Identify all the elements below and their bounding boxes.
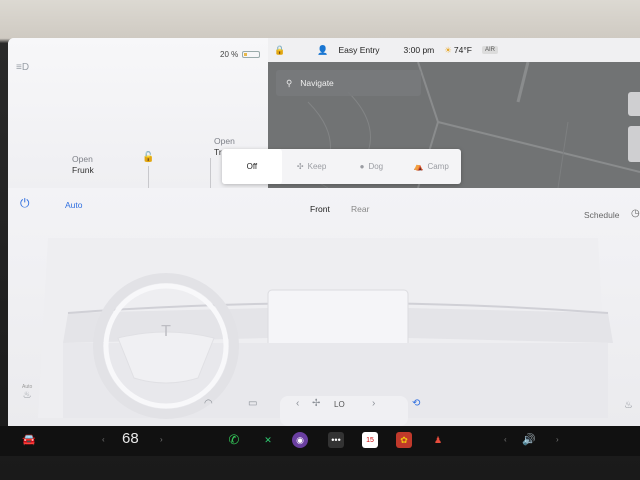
search-icon: ⚲ [286, 77, 293, 88]
camera-icon[interactable]: ◉ [292, 432, 308, 448]
frunk-label: Frunk [72, 165, 94, 175]
navigate-search[interactable]: ⚲ Navigate [276, 70, 421, 96]
toybox-icon[interactable]: ✿ [396, 432, 412, 448]
air-quality-badge[interactable]: AIR [481, 46, 498, 54]
svg-text:T: T [161, 323, 171, 340]
navigate-placeholder: Navigate [300, 78, 334, 88]
climate-panel: ⏻ Auto Front Rear Schedule ◷ T Auto ♨ ♨ ◠… [8, 188, 640, 426]
battery-indicator: 20 % [220, 50, 261, 59]
fan-icon: ✣ [296, 162, 304, 171]
status-bar: 🔒 👤 Easy Entry 3:00 pm ☀ 74°F AIR [268, 38, 640, 62]
mode-dog-option[interactable]: ● Dog [342, 149, 402, 184]
lock-icon[interactable]: 🔒 [274, 45, 285, 56]
temp-increase-chevron-icon[interactable]: › [160, 435, 163, 444]
app-icon[interactable]: ✕ [260, 432, 276, 448]
mode-camp-label: Camp [427, 162, 449, 171]
taskbar: 🚘 ‹ 68 › ✆ ✕ ◉ ••• 15 ✿ ♟ ‹ 🔊 › [0, 426, 640, 456]
map-controls-stack[interactable] [628, 126, 640, 162]
frunk-button[interactable]: Open Frunk [72, 154, 94, 176]
volume-decrease-chevron-icon[interactable]: ‹ [504, 435, 507, 444]
defrost-front-icon[interactable]: ◠ [204, 398, 213, 409]
mode-off-option[interactable]: Off [222, 149, 282, 184]
left-seat-heater-button[interactable]: Auto ♨ [22, 384, 32, 401]
more-icon[interactable]: ••• [328, 432, 344, 448]
car-icon[interactable]: 🚘 [22, 433, 36, 446]
defrost-rear-icon[interactable]: ▭ [248, 398, 257, 409]
phone-icon[interactable]: ✆ [226, 432, 242, 448]
tab-rear[interactable]: Rear [351, 204, 369, 214]
fan-increase-chevron-icon[interactable]: › [372, 398, 375, 409]
profile-icon[interactable]: 👤 [317, 45, 328, 56]
fan-icon: ✢ [312, 398, 321, 409]
paw-icon: ● [359, 162, 365, 171]
battery-percent: 20 % [220, 50, 239, 59]
outside-temperature: 74°F [453, 45, 472, 55]
mode-selector: Off ✣ Keep ● Dog ⛺ Camp [222, 149, 461, 184]
frunk-state: Open [72, 154, 93, 164]
trunk-state: Open [214, 136, 235, 146]
recirculation-icon[interactable]: ⟲ [412, 398, 420, 409]
fan-decrease-chevron-icon[interactable]: ‹ [296, 398, 299, 409]
power-icon[interactable]: ⏻ [20, 196, 30, 211]
right-seat-heater-icon[interactable]: ♨ [624, 400, 633, 411]
unlock-icon[interactable]: 🔓 [142, 152, 154, 163]
sun-icon: ☀ [444, 44, 452, 55]
tab-front[interactable]: Front [310, 204, 330, 214]
temp-decrease-chevron-icon[interactable]: ‹ [102, 435, 105, 444]
mode-keep-option[interactable]: ✣ Keep [282, 149, 342, 184]
volume-icon[interactable]: 🔊 [522, 433, 536, 446]
volume-increase-chevron-icon[interactable]: › [556, 435, 559, 444]
fan-speed-value: LO [334, 400, 345, 409]
cabin-illustration: T [38, 238, 613, 426]
profile-name[interactable]: Easy Entry [338, 45, 379, 55]
headlight-icon[interactable]: ≡D [16, 62, 32, 73]
trunk-pointer-line [210, 158, 211, 188]
battery-icon [242, 51, 261, 58]
calendar-icon[interactable]: 15 [362, 432, 378, 448]
auto-button[interactable]: Auto [65, 200, 83, 210]
map-settings-button[interactable] [628, 92, 640, 116]
tent-icon: ⛺ [413, 162, 424, 171]
cabin-temperature[interactable]: 68 [122, 430, 139, 447]
frunk-pointer-line [148, 166, 149, 188]
arcade-icon[interactable]: ♟ [430, 432, 446, 448]
mode-off-label: Off [246, 162, 258, 171]
mode-dog-label: Dog [368, 162, 384, 171]
touchscreen: ≡D 20 % 🔓 Open Frunk Open Tr 🔒 👤 Easy En… [8, 38, 640, 426]
clock: 3:00 pm [403, 45, 435, 55]
mode-keep-label: Keep [307, 162, 327, 171]
mode-camp-option[interactable]: ⛺ Camp [401, 149, 461, 184]
